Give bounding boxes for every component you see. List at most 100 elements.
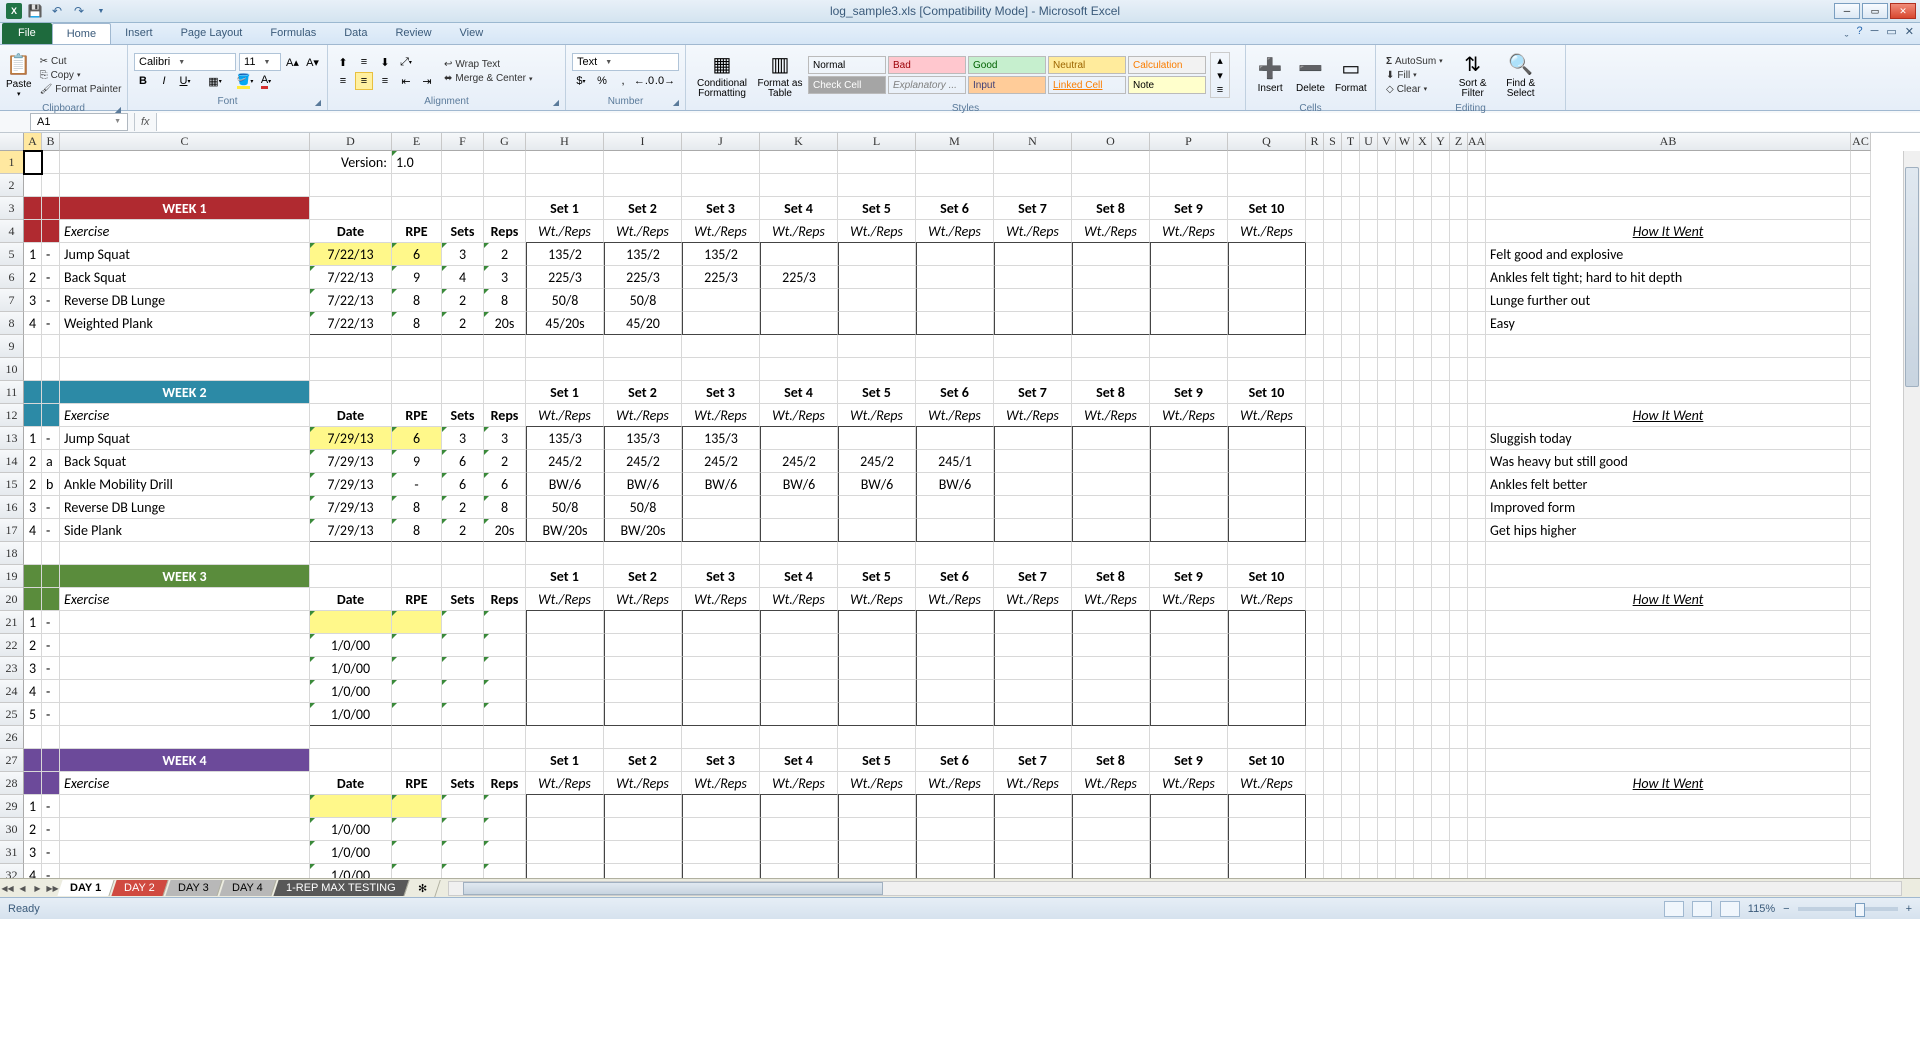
- cell[interactable]: [42, 542, 60, 565]
- cell[interactable]: a: [42, 450, 60, 473]
- cell[interactable]: [1324, 818, 1342, 841]
- cell[interactable]: [1072, 473, 1150, 496]
- cell[interactable]: [1851, 197, 1871, 220]
- cell[interactable]: [392, 680, 442, 703]
- cell[interactable]: [1378, 726, 1396, 749]
- cell[interactable]: [526, 703, 604, 726]
- row-header[interactable]: 10: [0, 358, 24, 381]
- cell[interactable]: [1342, 726, 1360, 749]
- cell[interactable]: [526, 795, 604, 818]
- cell[interactable]: [760, 795, 838, 818]
- cell[interactable]: Set 9: [1150, 197, 1228, 220]
- cell[interactable]: [1396, 542, 1414, 565]
- cell[interactable]: [442, 611, 484, 634]
- cell[interactable]: [1324, 519, 1342, 542]
- column-header[interactable]: H: [526, 133, 604, 151]
- row-header[interactable]: 20: [0, 588, 24, 611]
- cell[interactable]: [1378, 404, 1396, 427]
- cell[interactable]: Wt./Reps: [1150, 588, 1228, 611]
- note-cell[interactable]: [1486, 657, 1851, 680]
- cell[interactable]: [1396, 634, 1414, 657]
- cell[interactable]: Reps: [484, 404, 526, 427]
- cell[interactable]: 1/0/00: [310, 680, 392, 703]
- cell[interactable]: 1: [24, 611, 42, 634]
- cell[interactable]: [1450, 841, 1468, 864]
- cell[interactable]: [1342, 220, 1360, 243]
- cell[interactable]: [526, 841, 604, 864]
- exercise-header[interactable]: Exercise: [60, 588, 310, 611]
- cell[interactable]: 225/3: [760, 266, 838, 289]
- cell[interactable]: [682, 795, 760, 818]
- cell[interactable]: [916, 657, 994, 680]
- cell[interactable]: [838, 427, 916, 450]
- cell[interactable]: [1150, 427, 1228, 450]
- cell[interactable]: [1324, 266, 1342, 289]
- cell[interactable]: [1450, 335, 1468, 358]
- cell[interactable]: [1228, 174, 1306, 197]
- cell[interactable]: [1468, 266, 1486, 289]
- ribbon-tab-page-layout[interactable]: Page Layout: [167, 23, 257, 44]
- cell[interactable]: [994, 657, 1072, 680]
- cell[interactable]: [484, 703, 526, 726]
- cell[interactable]: 2: [24, 266, 42, 289]
- cell[interactable]: [994, 496, 1072, 519]
- cell[interactable]: [1414, 565, 1432, 588]
- ribbon-tab-insert[interactable]: Insert: [111, 23, 167, 44]
- cell[interactable]: Set 6: [916, 381, 994, 404]
- column-header[interactable]: AC: [1851, 133, 1871, 151]
- cell[interactable]: [1306, 634, 1324, 657]
- cell[interactable]: [1851, 772, 1871, 795]
- cell[interactable]: [1396, 266, 1414, 289]
- cell[interactable]: 245/2: [604, 450, 682, 473]
- cell[interactable]: [484, 795, 526, 818]
- cell[interactable]: 3: [484, 266, 526, 289]
- cell[interactable]: Date: [310, 772, 392, 795]
- cell[interactable]: Wt./Reps: [1072, 220, 1150, 243]
- cell[interactable]: Wt./Reps: [604, 220, 682, 243]
- cell[interactable]: [1072, 864, 1150, 878]
- cell[interactable]: [838, 680, 916, 703]
- cell[interactable]: 1/0/00: [310, 864, 392, 878]
- cell[interactable]: [604, 864, 682, 878]
- cell[interactable]: [442, 634, 484, 657]
- cell[interactable]: [1072, 289, 1150, 312]
- cell[interactable]: [1396, 795, 1414, 818]
- cell[interactable]: [1414, 657, 1432, 680]
- cell[interactable]: [1468, 588, 1486, 611]
- cell[interactable]: [392, 749, 442, 772]
- cell[interactable]: [1072, 174, 1150, 197]
- cell[interactable]: [24, 220, 42, 243]
- cell[interactable]: [1342, 611, 1360, 634]
- dialog-launcher-icon[interactable]: ◢: [553, 98, 559, 107]
- redo-button[interactable]: ↷: [70, 2, 88, 20]
- cell[interactable]: 7/29/13: [310, 427, 392, 450]
- cell[interactable]: [310, 565, 392, 588]
- row-header[interactable]: 12: [0, 404, 24, 427]
- cell[interactable]: [1228, 289, 1306, 312]
- cell[interactable]: [1378, 358, 1396, 381]
- cell[interactable]: [1342, 703, 1360, 726]
- cell[interactable]: [42, 726, 60, 749]
- increase-decimal-button[interactable]: ←.0: [635, 72, 653, 90]
- cell[interactable]: [682, 818, 760, 841]
- cell[interactable]: 245/2: [526, 450, 604, 473]
- exercise-name[interactable]: Jump Squat: [60, 427, 310, 450]
- cell[interactable]: [916, 358, 994, 381]
- cell[interactable]: 8: [484, 496, 526, 519]
- cell[interactable]: [994, 818, 1072, 841]
- cell[interactable]: [42, 565, 60, 588]
- cell[interactable]: [1342, 818, 1360, 841]
- cell[interactable]: [1378, 473, 1396, 496]
- cell[interactable]: 7/29/13: [310, 496, 392, 519]
- cell[interactable]: [24, 174, 42, 197]
- cell[interactable]: [1072, 243, 1150, 266]
- cell[interactable]: [1450, 795, 1468, 818]
- cell[interactable]: Wt./Reps: [838, 404, 916, 427]
- cell[interactable]: [1324, 335, 1342, 358]
- cell[interactable]: [1306, 358, 1324, 381]
- cell[interactable]: [1360, 519, 1378, 542]
- cell[interactable]: [42, 220, 60, 243]
- cell[interactable]: Wt./Reps: [1072, 588, 1150, 611]
- cell[interactable]: [1306, 289, 1324, 312]
- cell[interactable]: [442, 703, 484, 726]
